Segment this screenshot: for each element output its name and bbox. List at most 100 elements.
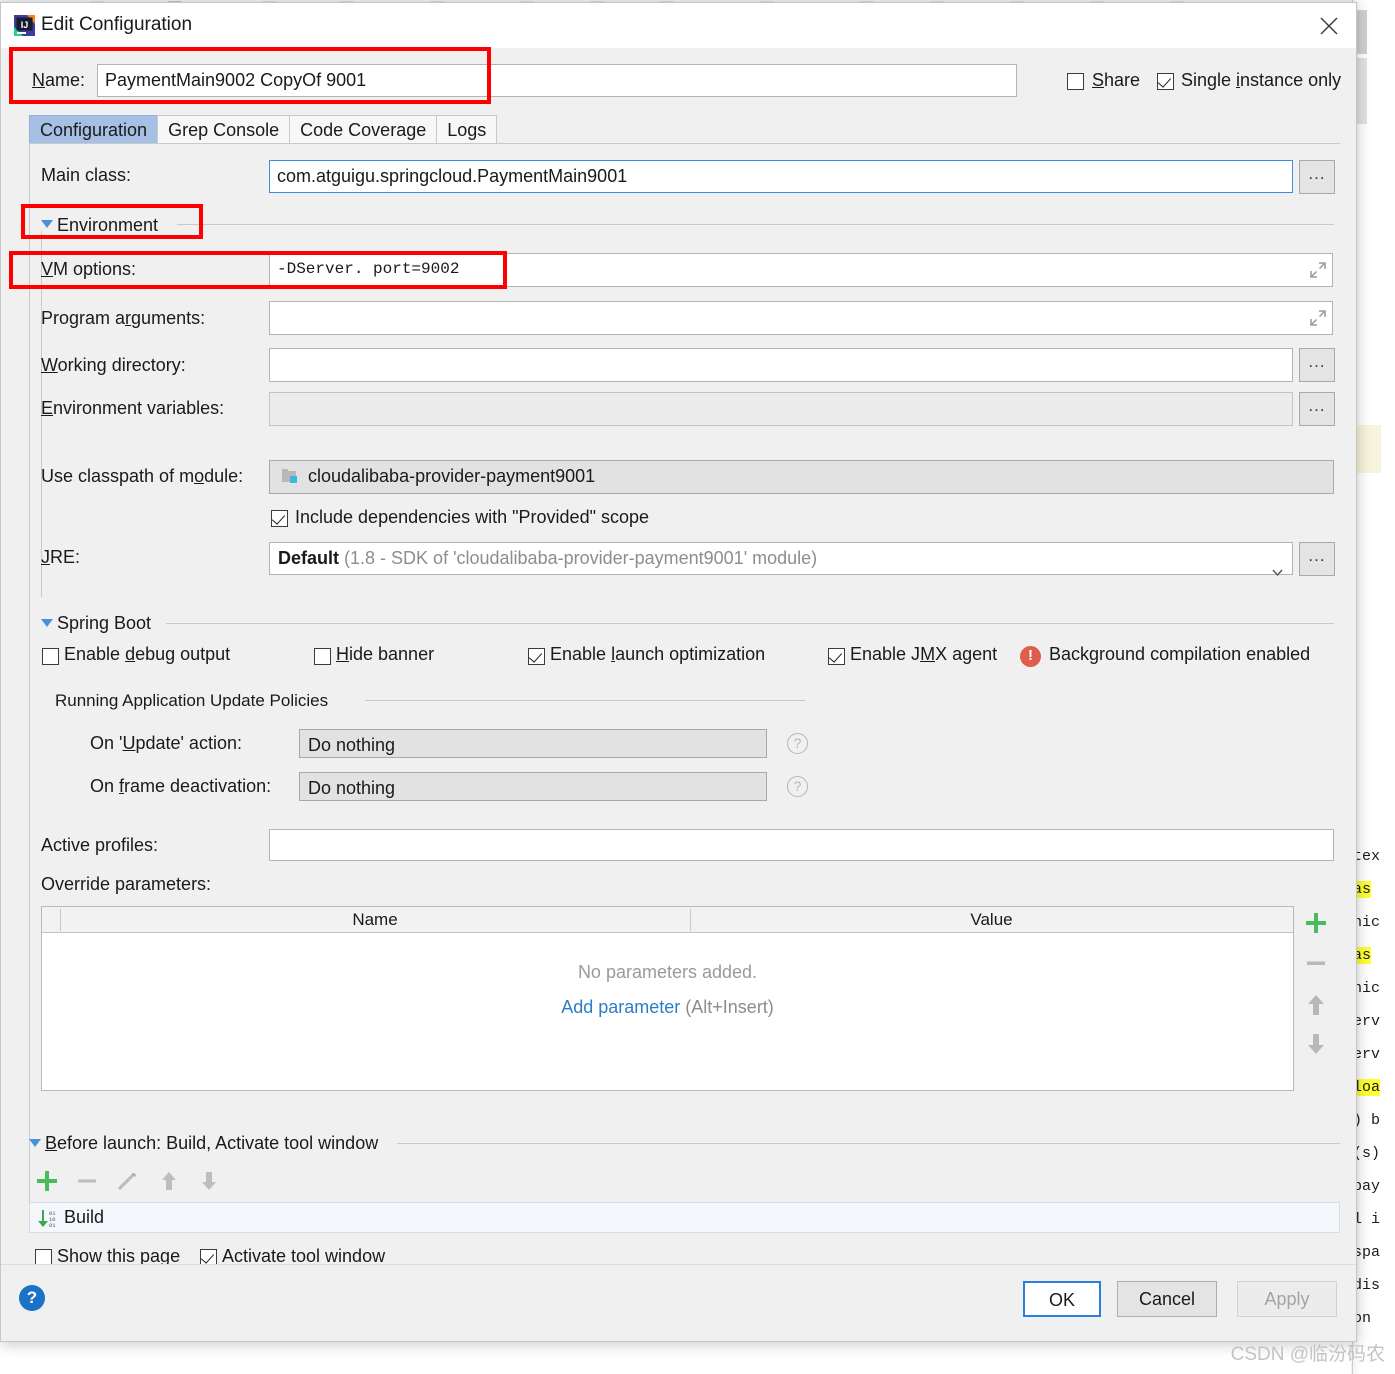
environment-variables-label: Environment variables:: [41, 398, 225, 418]
tab-configuration[interactable]: Configuration: [29, 115, 159, 144]
include-provided-checkbox[interactable]: [271, 510, 288, 527]
help-icon[interactable]: ?: [19, 1285, 45, 1311]
enable-jmx-agent-checkbox[interactable]: [828, 648, 845, 665]
active-profiles-input[interactable]: [269, 829, 1334, 861]
vm-options-input[interactable]: -DServer. port=9002: [269, 253, 1333, 287]
main-class-input[interactable]: com.atguigu.springcloud.PaymentMain9001: [269, 160, 1293, 193]
table-empty-message: No parameters added.: [577, 962, 758, 982]
spring-boot-section-title: Spring Boot: [57, 613, 152, 633]
remove-icon[interactable]: [74, 1168, 100, 1194]
on-frame-deactivation-combo[interactable]: Do nothing: [299, 772, 767, 801]
working-directory-label: Working directory:: [41, 355, 186, 375]
jre-combo[interactable]: Default (1.8 - SDK of 'cloudalibaba-prov…: [269, 542, 1293, 576]
single-instance-label: Single instance only: [1181, 70, 1342, 90]
cancel-button[interactable]: Cancel: [1117, 1281, 1217, 1317]
name-input[interactable]: PaymentMain9002 CopyOf 9001: [97, 64, 1017, 97]
dialog-title: Edit Configuration: [41, 14, 193, 35]
move-down-icon[interactable]: [196, 1168, 222, 1194]
tab-code-coverage[interactable]: Code Coverage: [289, 115, 438, 144]
module-icon: [281, 468, 301, 486]
enable-launch-optimization-label: Enable launch optimization: [550, 644, 766, 664]
build-item-label: Build: [64, 1207, 105, 1227]
table-side-toolbar: [1294, 906, 1338, 1091]
override-parameters-label: Override parameters:: [41, 874, 212, 894]
add-parameter-link[interactable]: Add parameter: [561, 997, 680, 1017]
column-header-name[interactable]: Name: [60, 907, 690, 933]
move-down-icon[interactable]: [1303, 1031, 1329, 1057]
on-update-action-label: On 'Update' action:: [90, 733, 242, 753]
before-launch-section-title: BBefore launch: Build, Activate tool win…: [45, 1133, 379, 1153]
intellij-idea-icon: IJ: [14, 15, 35, 36]
enable-jmx-agent-label: Enable JMX agent: [850, 644, 998, 664]
working-directory-browse-button[interactable]: ...: [1299, 348, 1335, 382]
before-launch-divider: [397, 1143, 1340, 1144]
spring-boot-collapse-icon[interactable]: [41, 619, 53, 627]
environment-divider: [177, 224, 1334, 225]
environment-variables-input[interactable]: [269, 392, 1293, 426]
warning-icon: [1020, 646, 1041, 667]
jre-browse-button[interactable]: ...: [1299, 542, 1335, 576]
single-instance-checkbox[interactable]: [1157, 73, 1174, 90]
before-launch-collapse-icon[interactable]: [29, 1139, 41, 1147]
jre-label: JRE:: [41, 547, 81, 567]
use-classpath-combo[interactable]: cloudalibaba-provider-payment9001: [269, 460, 1334, 494]
move-up-icon[interactable]: [1303, 992, 1329, 1018]
table-header: Name Value: [42, 907, 1293, 933]
close-icon[interactable]: [1308, 8, 1350, 42]
main-class-label: Main class:: [41, 165, 132, 185]
spring-boot-divider: [166, 623, 1334, 624]
add-parameter-shortcut: (Alt+Insert): [685, 997, 774, 1017]
tab-bar: Configuration Grep Console Code Coverage…: [29, 115, 498, 145]
move-up-icon[interactable]: [156, 1168, 182, 1194]
update-policies-group-title: Running Application Update Policies: [55, 691, 329, 710]
watermark: CSDN @临汾码农: [1230, 1344, 1385, 1365]
override-parameters-table[interactable]: Name Value No parameters added. Add para…: [41, 906, 1294, 1091]
main-class-browse-button[interactable]: ...: [1299, 160, 1335, 194]
edit-icon[interactable]: [114, 1168, 140, 1194]
on-update-action-combo[interactable]: Do nothing: [299, 729, 767, 758]
chevron-down-icon: [1272, 555, 1283, 576]
build-icon: 01 10 01: [36, 1208, 58, 1229]
on-frame-deactivation-label: On frame deactivation:: [90, 776, 272, 796]
add-parameter-row: Add parameter (Alt+Insert): [42, 997, 1293, 1018]
edit-configuration-dialog: IJ Edit Configuration Name: PaymentMain9…: [0, 2, 1357, 1342]
ok-button[interactable]: OK: [1023, 1281, 1101, 1317]
hide-banner-checkbox[interactable]: [314, 648, 331, 665]
question-icon[interactable]: ?: [787, 733, 808, 754]
background-compilation-label: Background compilation enabled: [1049, 644, 1311, 664]
vm-options-label: VM options:: [41, 259, 137, 279]
environment-collapse-icon[interactable]: [41, 220, 53, 228]
enable-debug-output-checkbox[interactable]: [42, 648, 59, 665]
column-header-value[interactable]: Value: [690, 907, 1293, 933]
working-directory-input[interactable]: [269, 348, 1293, 382]
environment-section-title: Environment: [57, 215, 159, 235]
jre-value-hint: (1.8 - SDK of 'cloudalibaba-provider-pay…: [344, 548, 818, 568]
add-icon[interactable]: [1303, 910, 1329, 936]
svg-text:01: 01: [49, 1222, 56, 1229]
add-icon[interactable]: [34, 1168, 60, 1194]
expand-icon[interactable]: [1309, 309, 1327, 327]
hide-banner-label: Hide banner: [336, 644, 435, 664]
program-arguments-label: Program arguments:: [41, 308, 206, 328]
tab-grep-console[interactable]: Grep Console: [157, 115, 291, 144]
use-classpath-label: Use classpath of module:: [41, 466, 244, 486]
dialog-titlebar: IJ Edit Configuration: [1, 3, 1356, 48]
apply-button: Apply: [1237, 1281, 1337, 1317]
question-icon[interactable]: ?: [787, 776, 808, 797]
tab-logs[interactable]: Logs: [436, 115, 498, 144]
jre-value: Default: [278, 548, 340, 568]
before-launch-item-build[interactable]: 01 10 01 Build: [29, 1202, 1340, 1233]
expand-icon[interactable]: [1309, 261, 1327, 279]
program-arguments-input[interactable]: [269, 301, 1333, 335]
remove-icon[interactable]: [1303, 950, 1329, 976]
screenshot-root: tex as nic as nic erv erv loa ) b (s) pa…: [0, 0, 1395, 1374]
dialog-footer: ? OK Cancel Apply: [1, 1264, 1356, 1341]
svg-text:IJ: IJ: [21, 20, 29, 30]
enable-launch-optimization-checkbox[interactable]: [528, 648, 545, 665]
share-label: Share: [1092, 70, 1141, 90]
environment-variables-browse-button[interactable]: ...: [1299, 392, 1335, 426]
share-checkbox[interactable]: [1067, 73, 1084, 90]
active-profiles-label: Active profiles:: [41, 835, 159, 855]
update-policies-divider: [365, 700, 805, 701]
include-provided-label: Include dependencies with "Provided" sco…: [295, 507, 650, 527]
